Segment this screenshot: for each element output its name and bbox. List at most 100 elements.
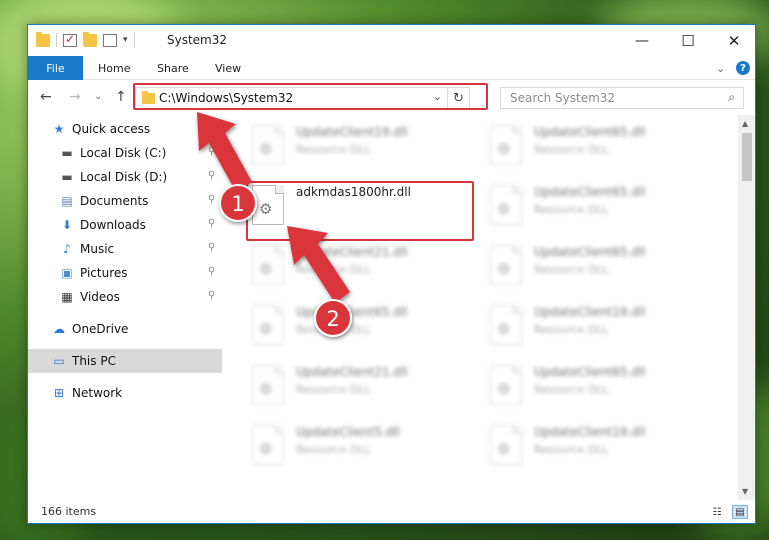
file-item[interactable]: ⚙ UpdateClient65.dll Resource DLL (484, 181, 714, 235)
sidebar-item[interactable]: ▬ Local Disk (D:) ⚲ (28, 165, 222, 189)
gear-icon: ⚙ (497, 440, 511, 458)
pin-icon[interactable]: ⚲ (208, 146, 215, 157)
file-type: Resource DLL (296, 143, 371, 156)
large-icons-view-icon[interactable]: ▤ (732, 505, 748, 519)
gear-icon: ⚙ (497, 260, 511, 278)
properties-check-icon[interactable] (63, 32, 77, 47)
drive-icon: ▬ (61, 146, 73, 160)
sidebar-item[interactable]: ▤ Documents ⚲ (28, 189, 222, 213)
sidebar-item[interactable]: ▬ Local Disk (C:) ⚲ (28, 141, 222, 165)
file-name: UpdateClient19.dll (296, 125, 408, 139)
scroll-down-icon[interactable]: ▼ (742, 487, 748, 496)
forward-arrow-icon[interactable]: → (69, 89, 81, 105)
file-item[interactable]: ⚙ UpdateClient21.dll Resource DLL (246, 241, 476, 295)
music-note-icon: ♪ (63, 242, 71, 256)
sidebar-item-label: Local Disk (C:) (80, 146, 167, 160)
recent-locations-icon[interactable]: ⌄ (94, 91, 102, 102)
file-name: UpdateClient65.dll (534, 185, 646, 199)
documents-icon: ▤ (61, 194, 73, 208)
chevron-down-icon[interactable]: ▾ (123, 35, 128, 45)
file-item[interactable]: ⚙ UpdateClient19.dll Resource DLL (484, 301, 714, 355)
cloud-icon: ☁ (53, 322, 65, 336)
file-name: UpdateClient21.dll (296, 365, 408, 379)
tab-home[interactable]: Home (98, 56, 130, 80)
file-type: Resource DLL (534, 203, 609, 216)
tab-share[interactable]: Share (157, 56, 189, 80)
details-view-icon[interactable]: ☷ (709, 505, 725, 519)
gear-icon: ⚙ (259, 380, 273, 398)
pin-icon[interactable]: ⚲ (208, 194, 215, 205)
customize-icon[interactable] (103, 33, 117, 47)
up-arrow-icon[interactable]: ↑ (115, 89, 127, 105)
dll-file-icon: ⚙ (252, 245, 284, 285)
file-item[interactable]: ⚙ UpdateClient5.dll Resource DLL (246, 421, 476, 475)
sidebar-item-label: Quick access (72, 122, 151, 136)
gear-icon: ⚙ (497, 320, 511, 338)
drive-icon: ▬ (61, 170, 73, 184)
file-name: UpdateClient65.dll (534, 365, 646, 379)
pin-icon[interactable]: ⚲ (208, 266, 215, 277)
file-type: Resource DLL (534, 323, 609, 336)
tab-view[interactable]: View (215, 56, 241, 80)
dll-file-icon: ⚙ (490, 125, 522, 165)
sidebar-item[interactable]: ▣ Pictures ⚲ (28, 261, 222, 285)
gear-icon: ⚙ (259, 440, 273, 458)
back-arrow-icon[interactable]: ← (40, 89, 52, 105)
file-item[interactable]: ⚙ UpdateClient65.dll Resource DLL (484, 241, 714, 295)
title-bar[interactable]: ▾ System32 — ☐ ✕ (28, 25, 755, 56)
sidebar-item[interactable]: ▦ Videos ⚲ (28, 285, 222, 309)
sidebar-item-label: Downloads (80, 218, 146, 232)
sidebar-item[interactable]: ☁ OneDrive (28, 317, 222, 341)
sidebar-item[interactable]: ⬇ Downloads ⚲ (28, 213, 222, 237)
search-input[interactable]: Search System32 ⌕ (500, 87, 744, 109)
file-item[interactable]: ⚙ UpdateClient19.dll Resource DLL (246, 121, 476, 175)
file-type: Resource DLL (296, 443, 371, 456)
tab-file[interactable]: File (28, 56, 83, 80)
pin-icon[interactable]: ⚲ (208, 290, 215, 301)
scrollbar-thumb[interactable] (742, 133, 752, 181)
pin-icon[interactable]: ⚲ (208, 242, 215, 253)
ribbon: File Home Share View ⌄ ? (28, 56, 755, 80)
search-icon[interactable]: ⌕ (728, 90, 735, 105)
close-button[interactable]: ✕ (711, 25, 755, 56)
gear-icon: ⚙ (259, 140, 273, 158)
scroll-up-icon[interactable]: ▲ (742, 119, 748, 128)
file-item[interactable]: ⚙ UpdateClient65.dll Resource DLL (484, 361, 714, 415)
new-folder-icon[interactable] (83, 31, 97, 47)
maximize-button[interactable]: ☐ (665, 25, 711, 56)
sidebar-item[interactable]: ♪ Music ⚲ (28, 237, 222, 261)
sidebar-item[interactable]: ⊞ Network (28, 381, 222, 405)
divider (56, 33, 57, 47)
file-name: UpdateClient65.dll (534, 245, 646, 259)
sidebar-item[interactable]: ★ Quick access (28, 117, 222, 141)
window-title: System32 (167, 33, 228, 47)
dll-file-icon: ⚙ (490, 425, 522, 465)
status-bar: 166 items ☷ ▤ (28, 500, 755, 523)
pin-icon[interactable]: ⚲ (208, 218, 215, 229)
file-type: Resource DLL (534, 263, 609, 276)
dll-file-icon: ⚙ (490, 365, 522, 405)
pin-icon[interactable]: ⚲ (208, 170, 215, 181)
dll-file-icon: ⚙ (252, 125, 284, 165)
network-icon: ⊞ (53, 386, 65, 400)
sidebar-item[interactable]: ▭ This PC (28, 349, 222, 373)
help-icon[interactable]: ? (736, 61, 750, 75)
file-list: ⚙ UpdateClient19.dll Resource DLL ⚙ adkmdas1… (222, 115, 755, 500)
gear-icon: ⚙ (259, 320, 273, 338)
file-item[interactable]: ⚙ UpdateClient21.dll Resource DLL (246, 361, 476, 415)
ribbon-collapse-icon[interactable]: ⌄ (716, 56, 725, 80)
file-type: Resource DLL (534, 443, 609, 456)
folder-icon[interactable] (36, 31, 50, 47)
file-name: UpdateClient5.dll (296, 425, 400, 439)
vertical-scrollbar[interactable]: ▲ ▼ (738, 115, 755, 500)
dll-file-icon: ⚙ (490, 185, 522, 225)
file-highlight-box (246, 181, 474, 241)
sidebar-item-label: OneDrive (72, 322, 129, 336)
minimize-button[interactable]: — (619, 25, 665, 56)
file-item[interactable]: ⚙ UpdateClient65.dll Resource DLL (484, 121, 714, 175)
file-item[interactable]: ⚙ UpdateClient19.dll Resource DLL (484, 421, 714, 475)
sidebar-item-label: Pictures (80, 266, 128, 280)
file-item[interactable]: ⚙ UpdateClient65.dll Resource DLL (246, 301, 476, 355)
file-type: Resource DLL (296, 323, 371, 336)
file-type: Resource DLL (296, 263, 371, 276)
